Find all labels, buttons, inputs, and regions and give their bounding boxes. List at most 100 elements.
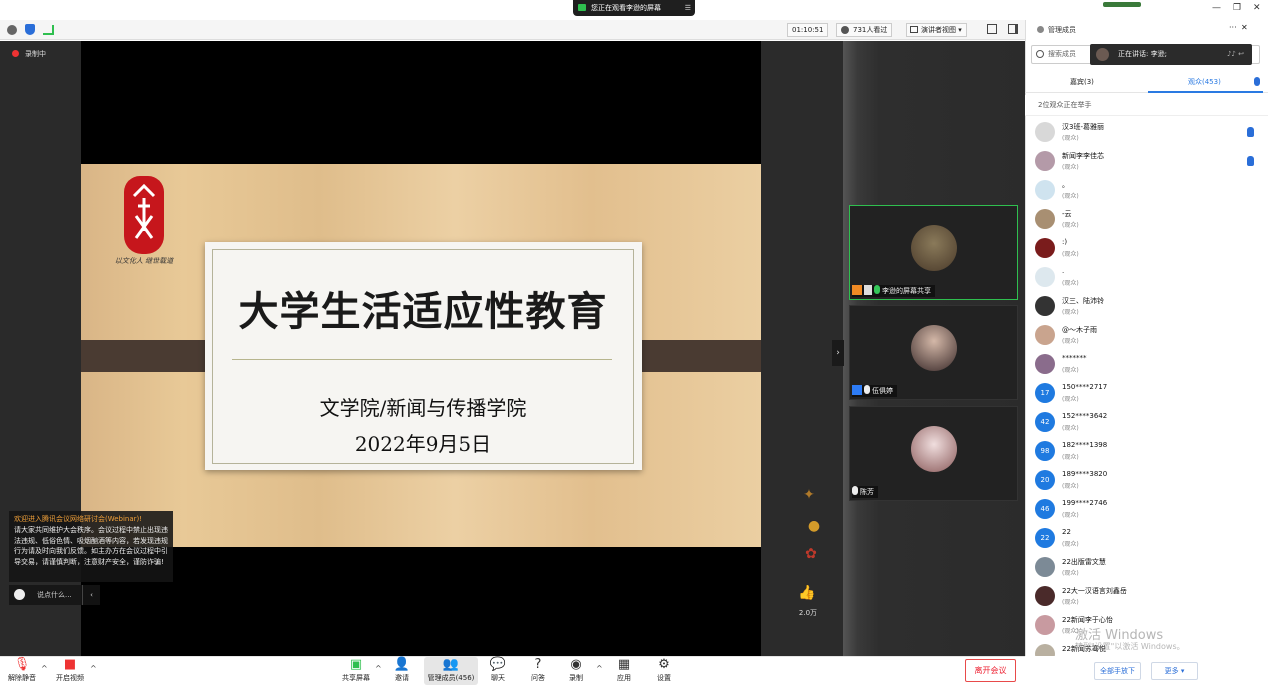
list-item[interactable]: . (观众) — [1025, 263, 1268, 292]
collapse-videos-icon[interactable]: › — [832, 340, 844, 366]
raised-hand-icon[interactable] — [1247, 127, 1254, 137]
view-mode-selector[interactable]: 演讲者视图 ▾ — [906, 23, 967, 37]
restore-icon[interactable]: ❐ — [1233, 3, 1241, 13]
active-tab-indicator — [1148, 91, 1263, 93]
chat-input[interactable]: 说点什么... ‹ — [9, 585, 100, 605]
fullscreen-icon[interactable] — [987, 24, 997, 34]
member-name: 199****2746 — [1062, 499, 1108, 507]
like-icon[interactable]: 👍 — [797, 585, 817, 601]
viewer-count[interactable]: 731人看过 — [836, 23, 893, 37]
list-item[interactable]: 22 22 (观众) — [1025, 524, 1268, 553]
raised-hand-icon[interactable] — [1247, 156, 1254, 166]
more-label: 更多 — [1164, 667, 1179, 675]
list-item[interactable]: 46 199****2746 (观众) — [1025, 495, 1268, 524]
recording-indicator[interactable]: 录制中 — [12, 49, 46, 59]
start-video-label: 开启视频 — [56, 674, 84, 682]
record-button[interactable]: ◉ 录制 — [556, 657, 596, 683]
gourd-icon[interactable]: ● — [804, 518, 824, 534]
tab-audience[interactable]: 观众(453) — [1188, 76, 1221, 88]
record-options-icon[interactable]: ^ — [596, 664, 603, 673]
close-panel-icon[interactable]: ✕ — [1241, 23, 1248, 32]
unmute-button[interactable]: 🎙 解除静音 — [2, 657, 42, 683]
manage-members-button[interactable]: 👥 管理成员(456) — [425, 657, 477, 683]
member-name: ******* — [1062, 354, 1087, 362]
apps-icon: ▦ — [617, 657, 631, 672]
list-item[interactable]: 22大一汉语言刘鑫岳 (观众) — [1025, 582, 1268, 611]
list-item[interactable]: 98 182****1398 (观众) — [1025, 437, 1268, 466]
seal-motto: 以文化人 继世载道 — [114, 257, 174, 265]
apps-button[interactable]: ▦ 应用 — [604, 657, 644, 683]
list-item[interactable]: -云 (观众) — [1025, 205, 1268, 234]
gift-icon[interactable]: ✿ — [801, 546, 821, 562]
gear-icon: ⚙ — [658, 657, 670, 672]
share-options-icon[interactable]: ^ — [375, 664, 382, 673]
slide-divider — [232, 359, 612, 360]
more-button[interactable]: 更多 ▾ — [1151, 662, 1198, 680]
chat-button[interactable]: 💬 聊天 — [478, 657, 518, 683]
list-item[interactable]: 汉三、陆沛铃 (观众) — [1025, 292, 1268, 321]
member-tabs — [1025, 71, 1268, 93]
signal-indicator-icon — [1103, 2, 1141, 7]
list-item[interactable]: ******* (观众) — [1025, 350, 1268, 379]
share-screen-button[interactable]: ▣ 共享屏幕 — [336, 657, 376, 683]
audio-options-icon[interactable]: ^ — [41, 664, 48, 673]
member-name: -云 — [1062, 210, 1072, 218]
video-tile-label: 李逊的屏幕共享 — [852, 285, 935, 297]
avatar: 20 — [1035, 470, 1055, 490]
list-item[interactable]: 新闻李李佳芯 (观众) — [1025, 147, 1268, 176]
mic-icon — [874, 285, 880, 294]
minimize-icon[interactable]: — — [1212, 3, 1221, 13]
more-options-icon[interactable]: ··· — [1229, 23, 1237, 32]
menu-icon[interactable]: ☰ — [685, 0, 691, 16]
lower-all-hands-button[interactable]: 全部手放下 — [1094, 662, 1141, 680]
raise-hand-icon[interactable] — [1254, 77, 1260, 86]
settings-button[interactable]: ⚙ 设置 — [644, 657, 684, 683]
list-item[interactable]: 22出版雷文慧 (观众) — [1025, 553, 1268, 582]
avatar — [1035, 296, 1055, 316]
member-role: (观众) — [1062, 280, 1079, 287]
speaker-avatar — [1096, 48, 1109, 61]
emoji-icon[interactable] — [14, 589, 25, 600]
leave-meeting-button[interactable]: 离开会议 — [965, 659, 1016, 682]
video-tile[interactable]: 陈芳 — [849, 406, 1018, 501]
collapse-chat-icon[interactable]: ‹ — [82, 585, 100, 605]
avatar: 17 — [1035, 383, 1055, 403]
video-tile[interactable]: 李逊的屏幕共享 — [849, 205, 1018, 300]
member-role: (观众) — [1062, 309, 1079, 316]
camera-off-icon: ■ — [63, 657, 77, 672]
avatar — [911, 325, 957, 371]
list-item[interactable]: 42 152****3642 (观众) — [1025, 408, 1268, 437]
share-screen-icon: ▣ — [349, 657, 363, 672]
member-role: (观众) — [1062, 164, 1079, 171]
screen-share-banner[interactable]: 您正在观看李逊的屏幕 ☰ — [573, 0, 695, 16]
sidebar-toggle-icon[interactable] — [1008, 24, 1018, 34]
list-item[interactable]: 。 (观众) — [1025, 176, 1268, 205]
close-window-icon[interactable]: ✕ — [1253, 3, 1261, 13]
member-name: 汉三、陆沛铃 — [1062, 297, 1104, 305]
video-options-icon[interactable]: ^ — [90, 664, 97, 673]
list-item[interactable]: 20 189****3820 (观众) — [1025, 466, 1268, 495]
list-item[interactable]: 17 150****2717 (观众) — [1025, 379, 1268, 408]
list-item[interactable]: 汉3班-葛雅丽 (观众) — [1025, 118, 1268, 147]
screen-icon — [864, 285, 872, 295]
video-tile[interactable]: 伍俱婷 — [849, 305, 1018, 400]
invite-button[interactable]: 👤 邀请 — [382, 657, 422, 683]
avatar — [1035, 209, 1055, 229]
info-icon[interactable] — [7, 25, 17, 35]
settings-label: 设置 — [657, 674, 671, 682]
tab-guests[interactable]: 嘉宾(3) — [1070, 76, 1094, 88]
firework-icon[interactable]: ✦ — [799, 487, 819, 503]
qa-button[interactable]: ? 问答 — [518, 657, 558, 683]
chat-label: 聊天 — [491, 674, 505, 682]
security-shield-icon[interactable] — [25, 24, 35, 35]
invite-label: 邀请 — [395, 674, 409, 682]
network-signal-icon[interactable] — [43, 25, 54, 35]
layout-icon — [910, 26, 918, 33]
avatar: 46 — [1035, 499, 1055, 519]
video-tile-name: 李逊的屏幕共享 — [882, 287, 931, 295]
start-video-button[interactable]: ■ 开启视频 — [50, 657, 90, 683]
list-item[interactable]: @～木子雨 (观众) — [1025, 321, 1268, 350]
search-icon — [1036, 50, 1044, 58]
share-screen-label: 共享屏幕 — [342, 674, 370, 682]
list-item[interactable]: :) (观众) — [1025, 234, 1268, 263]
